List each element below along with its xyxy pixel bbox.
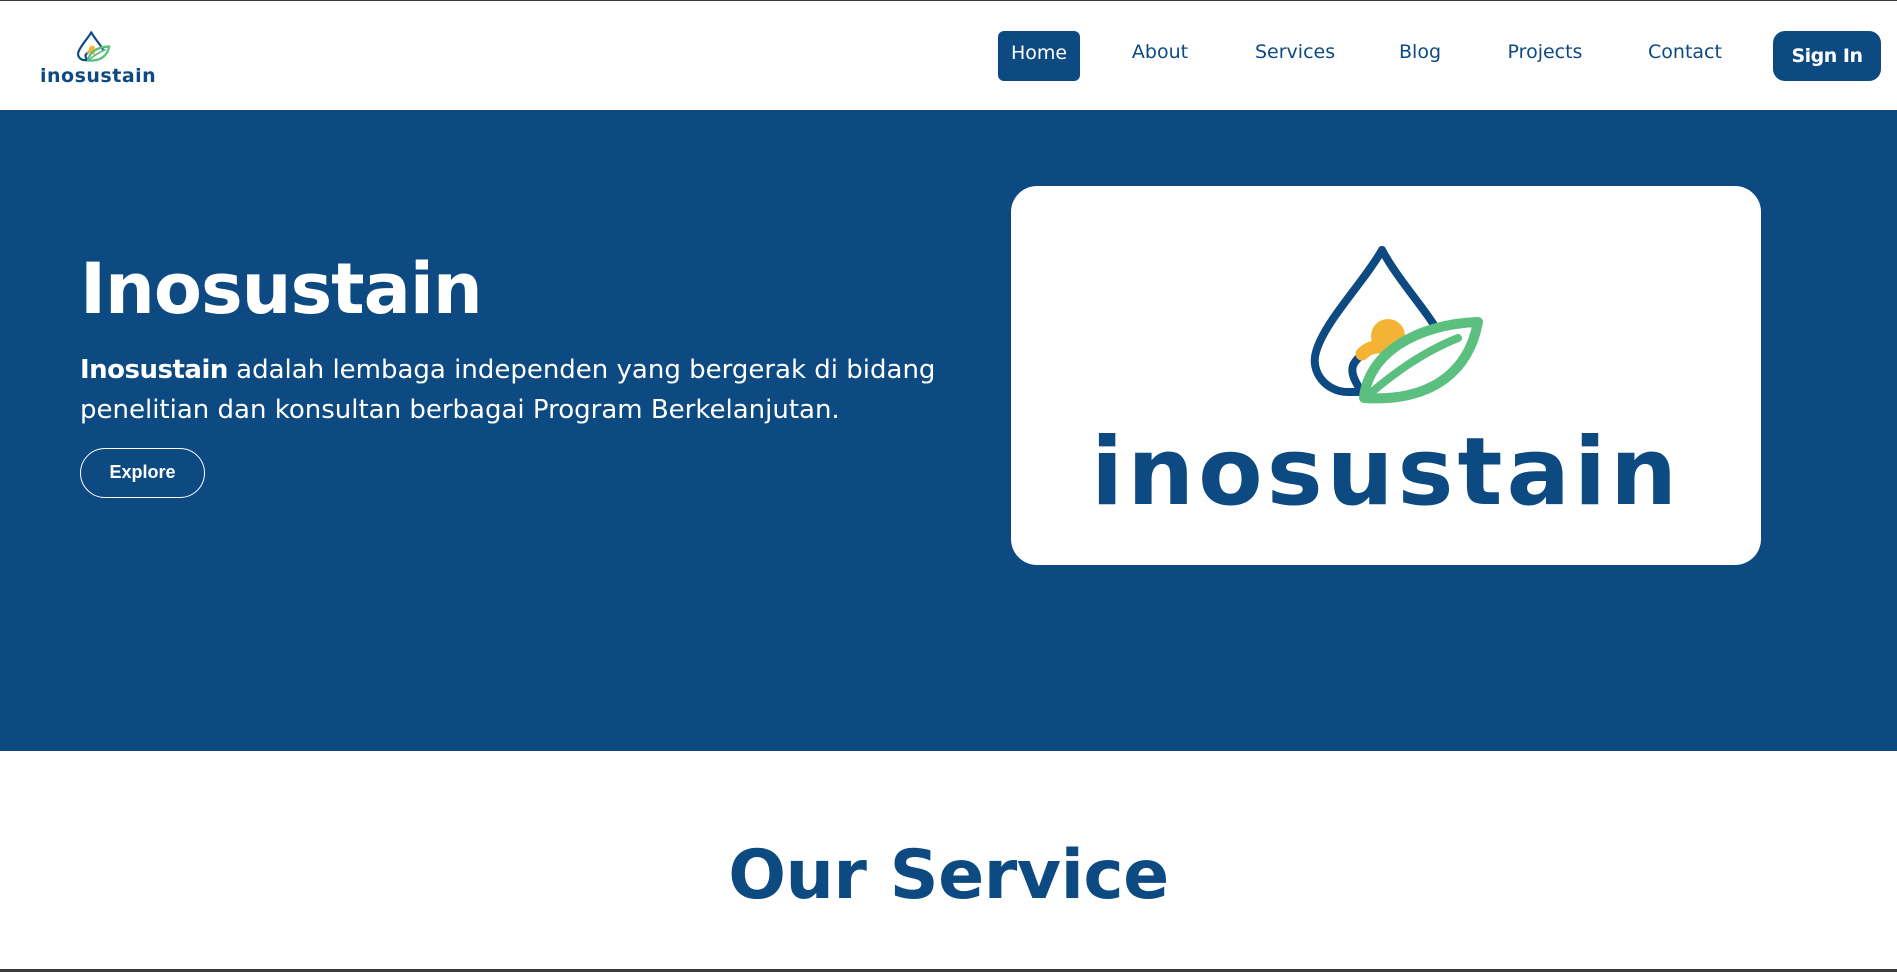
nav-about[interactable]: About bbox=[1130, 31, 1190, 81]
sign-in-button[interactable]: Sign In bbox=[1773, 31, 1881, 81]
site-header: inosustain Home About Services Blog Proj… bbox=[0, 1, 1897, 110]
nav-projects[interactable]: Projects bbox=[1507, 31, 1583, 81]
brand-name: inosustain bbox=[40, 65, 157, 87]
hero-description: Inosustain adalah lembaga independen yan… bbox=[80, 350, 940, 430]
brand-logo[interactable]: inosustain bbox=[40, 29, 157, 89]
nav-contact[interactable]: Contact bbox=[1647, 31, 1723, 81]
water-drop-leaf-logo-icon bbox=[1310, 246, 1483, 404]
explore-button[interactable]: Explore bbox=[80, 448, 205, 498]
hero-section: Inosustain Inosustain adalah lembaga ind… bbox=[0, 110, 1897, 751]
services-title: Our Service bbox=[728, 836, 1169, 915]
hero-desc-bold: Inosustain bbox=[80, 355, 228, 385]
card-wordmark: inosustain bbox=[1090, 418, 1682, 527]
hero-logo-card: inosustain bbox=[1011, 186, 1761, 565]
nav-home[interactable]: Home bbox=[998, 31, 1080, 81]
nav-services[interactable]: Services bbox=[1255, 31, 1335, 81]
water-drop-leaf-logo-icon bbox=[77, 31, 111, 62]
hero-title: Inosustain bbox=[80, 248, 483, 330]
nav-blog[interactable]: Blog bbox=[1398, 31, 1442, 81]
